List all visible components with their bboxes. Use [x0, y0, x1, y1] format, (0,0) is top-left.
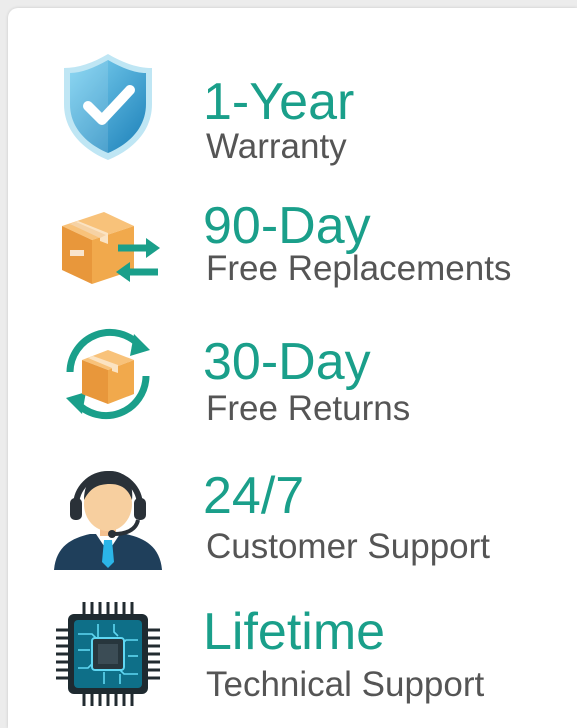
feature-title: 1-Year: [203, 73, 355, 131]
feature-warranty: 1-Year Warranty: [8, 48, 577, 178]
feature-support: 24/7 Customer Support: [8, 454, 577, 584]
shield-check-icon: [48, 46, 168, 166]
feature-title: Lifetime: [203, 603, 386, 661]
headset-agent-icon: [48, 454, 168, 574]
feature-subtitle: Customer Support: [206, 527, 491, 566]
feature-card: 1-Year Warranty 90-Day Free Replacements: [8, 8, 577, 728]
feature-subtitle: Free Returns: [206, 389, 411, 428]
box-exchange-icon: [48, 184, 168, 304]
box-return-icon: [48, 314, 168, 434]
chip-icon: [48, 594, 168, 714]
feature-returns: 30-Day Free Returns: [8, 320, 577, 450]
feature-title: 90-Day: [203, 197, 371, 255]
feature-replacements: 90-Day Free Replacements: [8, 186, 577, 316]
feature-subtitle: Technical Support: [206, 665, 485, 704]
feature-subtitle: Warranty: [206, 127, 347, 166]
feature-technical: Lifetime Technical Support: [8, 594, 577, 724]
feature-subtitle: Free Replacements: [206, 249, 512, 288]
feature-title: 24/7: [203, 467, 305, 525]
feature-title: 30-Day: [203, 333, 371, 391]
